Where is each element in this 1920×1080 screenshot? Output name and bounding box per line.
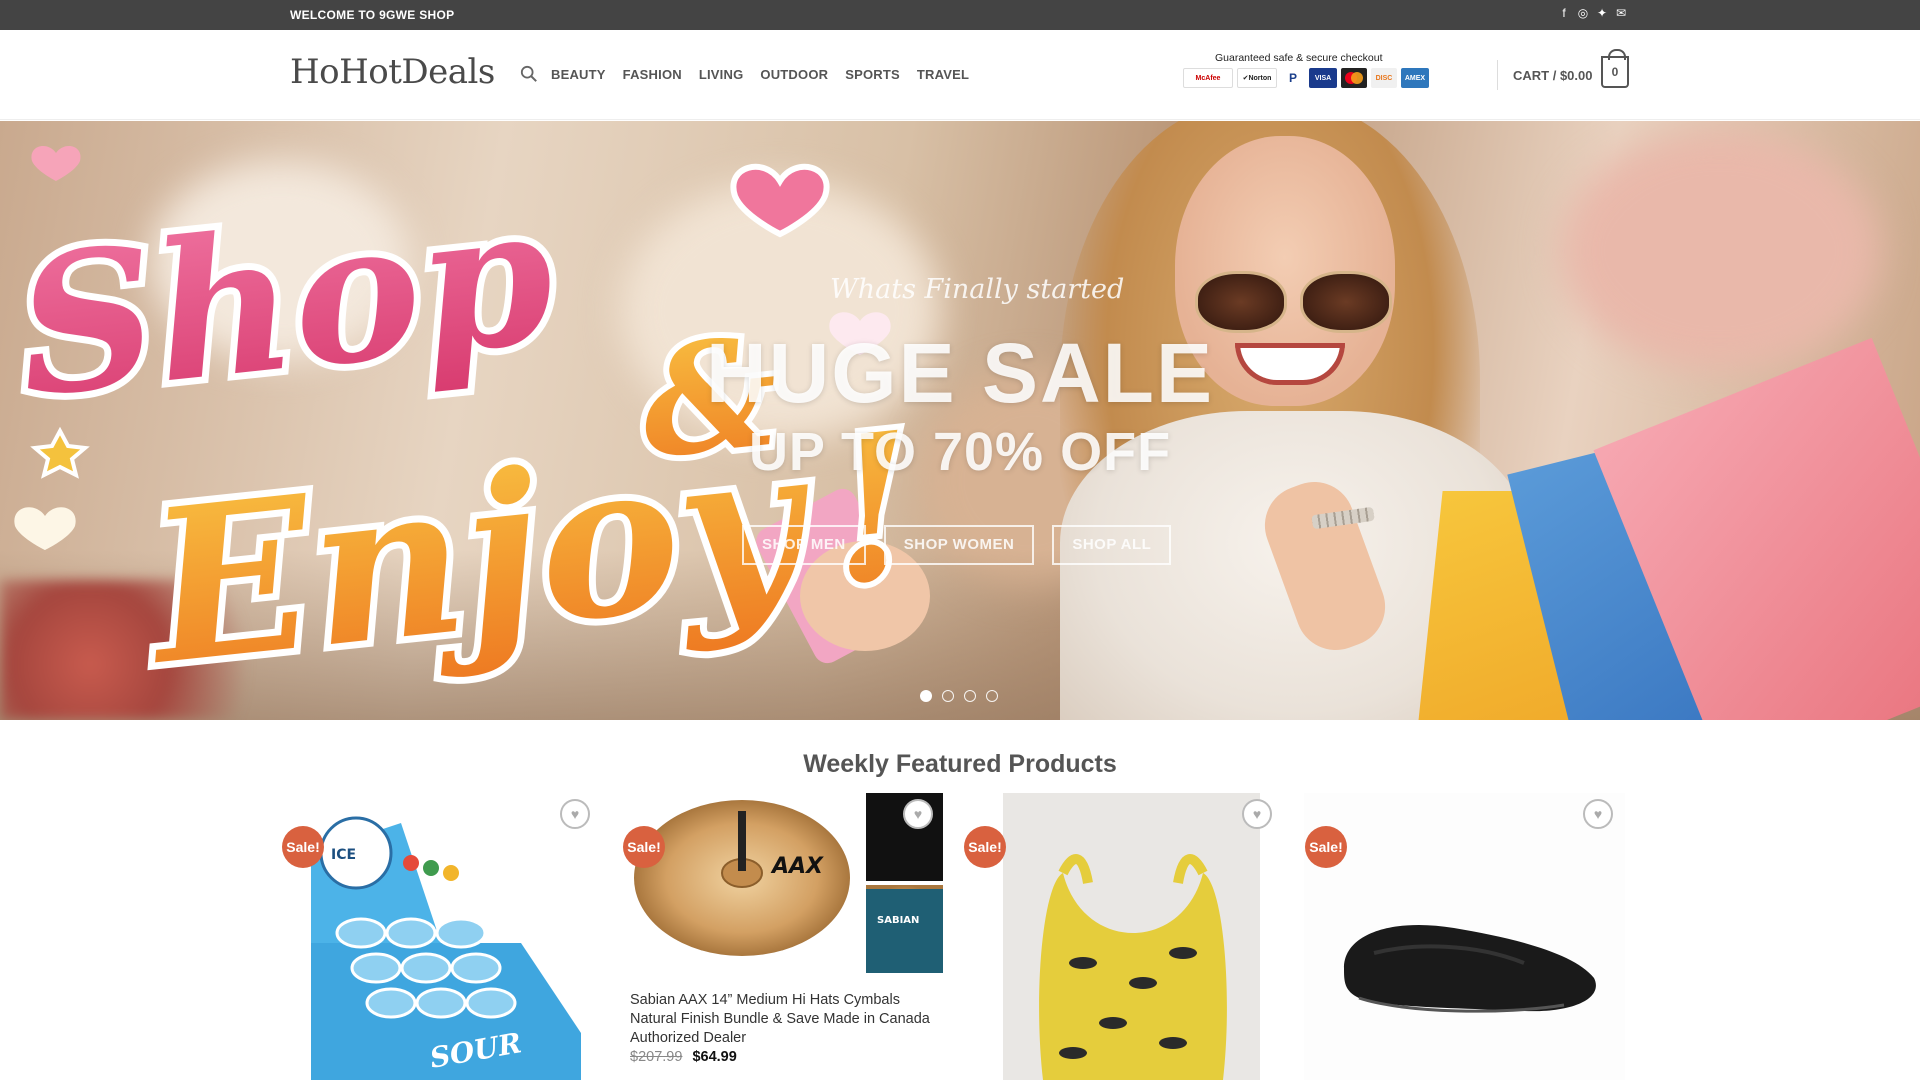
site-logo[interactable]: HoHotDeals (290, 52, 495, 92)
slider-dot[interactable] (920, 690, 932, 702)
sale-price: $64.99 (692, 1049, 737, 1065)
hero-buttons: SHOP MEN SHOP WOMEN SHOP ALL (742, 525, 1172, 565)
heart-icon[interactable]: ♥ (903, 799, 933, 829)
slider-dot[interactable] (942, 690, 954, 702)
social-links: f ◎ ✦ ✉ (1558, 6, 1627, 20)
shop-women-button[interactable]: SHOP WOMEN (883, 525, 1035, 565)
nav-item-outdoor[interactable]: OUTDOOR (760, 67, 828, 82)
heart-icon[interactable]: ♥ (1583, 799, 1613, 829)
product-image[interactable] (963, 793, 1284, 1080)
discover-icon: DISC (1371, 68, 1397, 88)
site-header: HoHotDeals BEAUTY FASHION LIVING OUTDOOR… (0, 30, 1920, 120)
shop-men-button[interactable]: SHOP MEN (742, 525, 866, 565)
shop-all-button[interactable]: SHOP ALL (1052, 525, 1172, 565)
cymbal-bundle-image: AAX SABIAN (634, 793, 943, 973)
secure-checkout-badges: Guaranteed safe & secure checkout McAfee… (1180, 52, 1429, 98)
amex-icon: AMEX (1401, 68, 1429, 88)
product-image[interactable]: ICE SOUR (281, 793, 602, 1080)
nav-item-sports[interactable]: SPORTS (845, 67, 900, 82)
section-title: Weekly Featured Products (803, 750, 1117, 778)
search-icon[interactable] (520, 65, 538, 83)
cart-count-icon[interactable]: 0 (1601, 49, 1629, 88)
hero-text-block: Whats Finally started HUGE SALE UP TO 70… (0, 121, 1920, 720)
product-image[interactable] (1304, 793, 1625, 1080)
header-divider (1497, 60, 1498, 90)
zebra-bag-image (1003, 793, 1260, 1080)
hero-headline: HUGE SALE (705, 326, 1215, 420)
black-flat-shoe-image (1304, 793, 1625, 1080)
welcome-text: WELCOME TO 9GWE SHOP (290, 8, 455, 22)
slider-dots (920, 690, 998, 702)
sale-badge: Sale! (1305, 826, 1347, 868)
top-bar: WELCOME TO 9GWE SHOP f ◎ ✦ ✉ (0, 0, 1920, 30)
nav-item-fashion[interactable]: FASHION (623, 67, 682, 82)
secure-caption: Guaranteed safe & secure checkout (1215, 52, 1383, 64)
main-nav: BEAUTY FASHION LIVING OUTDOOR SPORTS TRA… (551, 67, 969, 82)
product-grid: ICE SOUR Sale! ♥ AAX SABIAN Sale! ♥ Sabi… (281, 793, 1625, 1080)
payment-badges: McAfee ✔Norton P VISA DISC AMEX (1183, 68, 1429, 88)
norton-badge-icon: ✔Norton (1237, 68, 1277, 88)
nav-item-beauty[interactable]: BEAUTY (551, 67, 606, 82)
product-title[interactable]: Sabian AAX 14” Medium Hi Hats Cymbals Na… (630, 991, 950, 1048)
sale-badge: Sale! (623, 826, 665, 868)
facebook-icon[interactable]: f (1558, 6, 1570, 20)
original-price: $207.99 (630, 1049, 683, 1065)
heart-icon[interactable]: ♥ (560, 799, 590, 829)
mcafee-badge-icon: McAfee (1183, 68, 1233, 88)
hero-banner: Shop & Enjoy ! Whats Finally started HUG… (0, 121, 1920, 720)
hero-subheadline: UP TO 70% OFF (748, 422, 1172, 482)
sale-badge: Sale! (282, 826, 324, 868)
product-image[interactable]: AAX SABIAN (622, 793, 943, 983)
cart-link[interactable]: CART / $0.00 (1513, 68, 1592, 83)
visa-icon: VISA (1309, 68, 1337, 88)
svg-text:SABIAN: SABIAN (877, 915, 919, 926)
product-price: $207.99 $64.99 (630, 1049, 737, 1065)
product-card[interactable]: Sale! ♥ (1304, 793, 1625, 1080)
twitter-icon[interactable]: ✦ (1596, 6, 1608, 20)
nav-item-travel[interactable]: TRAVEL (917, 67, 969, 82)
email-icon[interactable]: ✉ (1615, 6, 1627, 20)
paypal-icon: P (1281, 68, 1305, 88)
heart-icon[interactable]: ♥ (1242, 799, 1272, 829)
nav-item-living[interactable]: LIVING (699, 67, 744, 82)
slider-dot[interactable] (964, 690, 976, 702)
instagram-icon[interactable]: ◎ (1577, 6, 1589, 20)
svg-text:ICE: ICE (331, 847, 356, 863)
product-card[interactable]: ICE SOUR Sale! ♥ (281, 793, 602, 1080)
sale-badge: Sale! (964, 826, 1006, 868)
candy-display-image: ICE SOUR (311, 816, 581, 1080)
product-card[interactable]: AAX SABIAN Sale! ♥ Sabian AAX 14” Medium… (622, 793, 943, 1080)
svg-text:AAX: AAX (770, 854, 824, 879)
mastercard-icon (1341, 68, 1367, 88)
hero-script-line: Whats Finally started (830, 274, 1125, 305)
product-card[interactable]: Sale! ♥ (963, 793, 1284, 1080)
slider-dot[interactable] (986, 690, 998, 702)
